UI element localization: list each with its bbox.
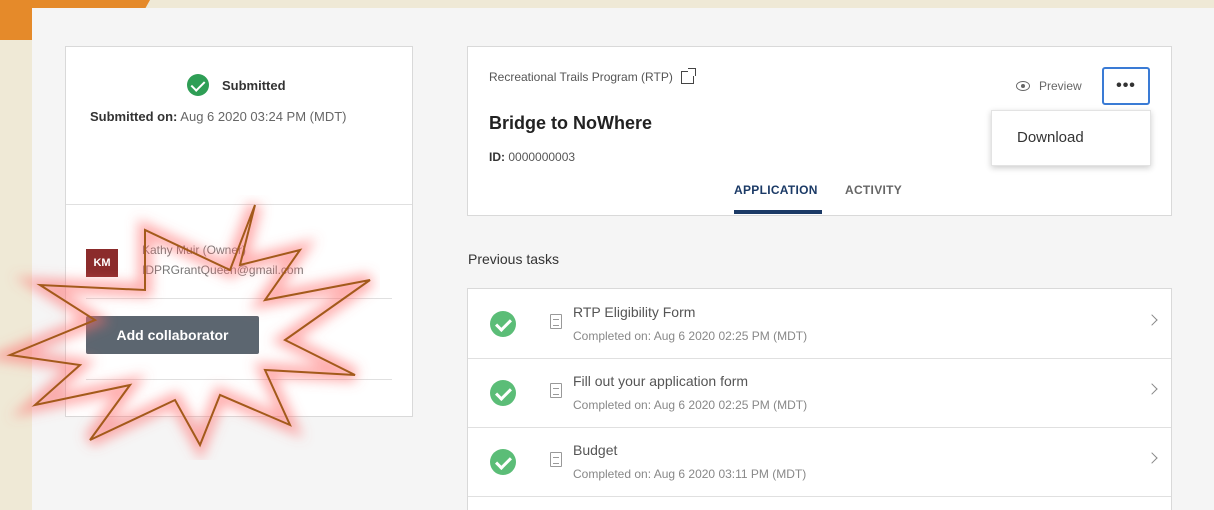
program-link[interactable]: Recreational Trails Program (RTP) [489,67,696,84]
external-link-icon[interactable] [680,67,696,84]
tab-activity[interactable]: ACTIVITY [845,183,902,197]
document-icon [550,383,562,398]
tasks-list: RTP Eligibility Form Completed on: Aug 6… [467,288,1172,510]
application-id-label: ID: [489,150,505,164]
more-options-button[interactable]: ••• [1102,67,1150,105]
submitted-on-label: Submitted on: [90,109,178,124]
status-label: Submitted [222,77,286,93]
more-options-menu: Download [991,110,1151,166]
status-card [65,46,413,417]
preview-label: Preview [1039,79,1082,93]
task-completed-date: Completed on: Aug 6 2020 02:25 PM (MDT) [573,398,808,412]
avatar: KM [86,249,118,277]
task-name: Budget [573,442,618,458]
task-name: Fill out your application form [573,373,749,389]
divider [86,379,392,380]
check-circle-icon [490,380,516,406]
submitted-on-value: Aug 6 2020 03:24 PM (MDT) [180,109,347,124]
owner-name: Kathy Muir (Owner) [142,243,247,257]
divider [66,204,412,205]
active-tab-indicator [734,210,822,214]
task-name: RTP Eligibility Form [573,304,696,320]
chevron-right-icon [1146,383,1158,395]
status-row: Submitted [187,74,286,96]
chevron-right-icon [1146,314,1158,326]
eye-icon [1016,81,1030,91]
document-icon [550,314,562,329]
task-row[interactable]: RTP Eligibility Form Completed on: Aug 6… [468,289,1171,359]
task-completed-date: Completed on: Aug 6 2020 03:11 PM (MDT) [573,467,807,481]
application-id: ID: 0000000003 [489,150,575,164]
application-id-value: 0000000003 [508,150,576,164]
check-circle-icon [187,74,209,96]
previous-tasks-title: Previous tasks [468,251,560,267]
program-name: Recreational Trails Program (RTP) [489,70,673,84]
submitted-on: Submitted on: Aug 6 2020 03:24 PM (MDT) [90,109,347,124]
preview-button[interactable]: Preview [1016,79,1082,93]
check-circle-icon [490,449,516,475]
document-icon [550,452,562,467]
owner-email: IDPRGrantQueen@gmail.com [142,263,304,277]
task-row[interactable]: Fill out your application form Completed… [468,358,1171,428]
menu-item-download[interactable]: Download [1017,129,1084,146]
tab-application[interactable]: APPLICATION [734,183,818,197]
task-row[interactable]: Budget Completed on: Aug 6 2020 03:11 PM… [468,427,1171,497]
task-completed-date: Completed on: Aug 6 2020 02:25 PM (MDT) [573,329,808,343]
chevron-right-icon [1146,452,1158,464]
divider [86,298,392,299]
check-circle-icon [490,311,516,337]
add-collaborator-button[interactable]: Add collaborator [86,316,259,354]
application-title: Bridge to NoWhere [489,113,653,133]
